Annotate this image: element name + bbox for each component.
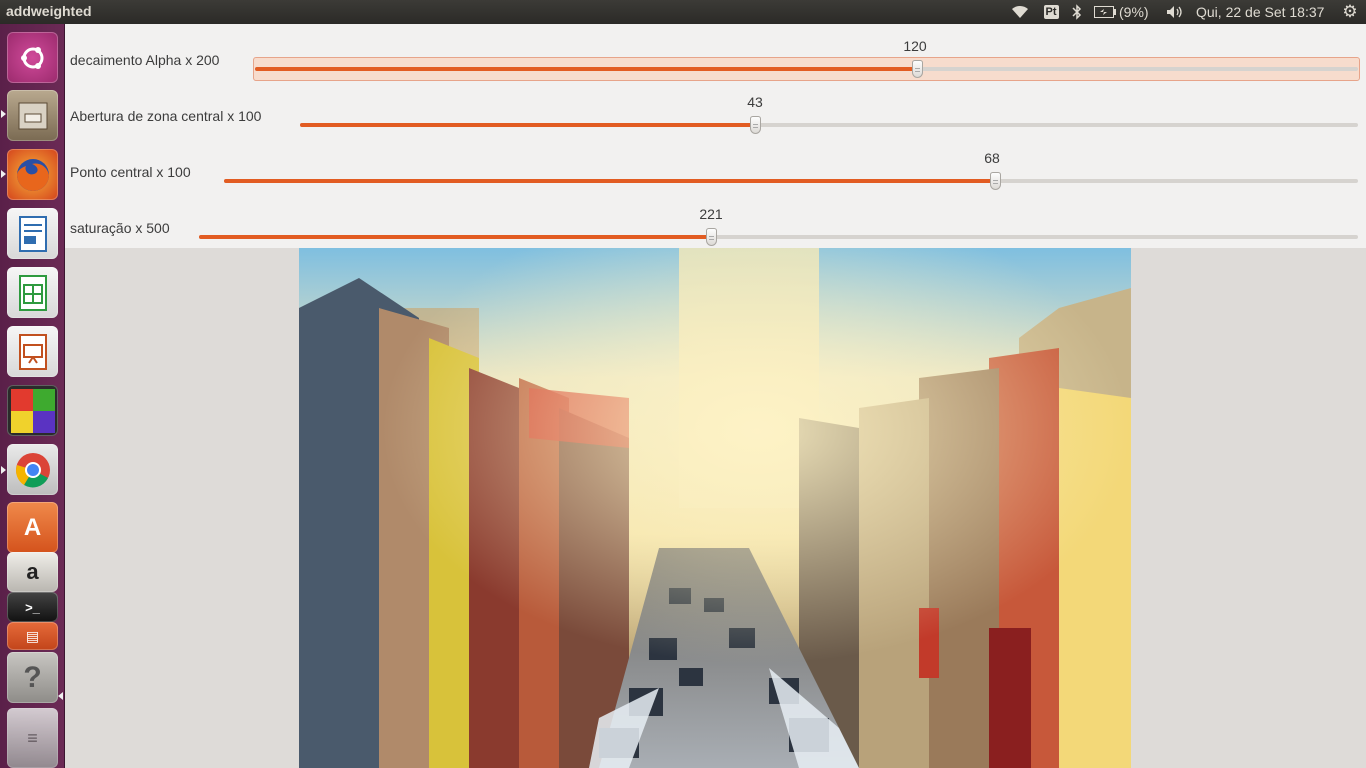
slider-label: Abertura de zona central x 100 bbox=[70, 108, 262, 124]
launcher-calc[interactable] bbox=[7, 267, 58, 318]
launcher-workspaces[interactable] bbox=[7, 385, 58, 436]
top-panel: addweighted Pt (9%) Qui, 22 de Set 18:37… bbox=[0, 0, 1366, 24]
slider-label: decaimento Alpha x 200 bbox=[70, 52, 220, 68]
slider-fill bbox=[224, 179, 996, 183]
launcher-terminal[interactable]: >_ bbox=[7, 592, 58, 622]
slider-label: saturação x 500 bbox=[70, 220, 170, 236]
clock[interactable]: Qui, 22 de Set 18:37 bbox=[1196, 0, 1332, 24]
terminal-icon: >_ bbox=[25, 599, 40, 615]
trash-icon: ≡ bbox=[27, 727, 38, 748]
launcher-help[interactable]: ? bbox=[7, 652, 58, 703]
slider-handle[interactable] bbox=[706, 228, 718, 246]
slider-track[interactable] bbox=[300, 116, 1358, 134]
launcher: A a >_ ▤ ? ≡ bbox=[0, 24, 65, 768]
shopping-bag-icon: A bbox=[23, 513, 42, 541]
volume-icon[interactable] bbox=[1163, 0, 1187, 24]
amazon-icon: a bbox=[26, 559, 39, 584]
launcher-stacked-apps[interactable]: ▤ bbox=[7, 622, 58, 650]
gear-icon[interactable]: ⚙ bbox=[1338, 0, 1362, 24]
slider-track[interactable] bbox=[255, 60, 1358, 78]
wifi-icon[interactable] bbox=[1008, 0, 1032, 24]
output-image bbox=[299, 248, 1131, 768]
workspace-switcher-icon bbox=[10, 388, 55, 433]
slider-fill bbox=[300, 123, 755, 127]
launcher-amazon[interactable]: a bbox=[7, 552, 58, 592]
slider-value: 68 bbox=[984, 150, 1000, 166]
app-title: addweighted bbox=[6, 3, 92, 19]
battery-icon bbox=[1094, 6, 1116, 18]
keyboard-layout-indicator[interactable]: Pt bbox=[1041, 0, 1061, 24]
slider-fill bbox=[255, 67, 917, 71]
keyboard-layout-label: Pt bbox=[1043, 5, 1059, 19]
launcher-trash-stack[interactable]: ≡ bbox=[7, 708, 58, 768]
bluetooth-icon[interactable] bbox=[1068, 0, 1086, 24]
trackbar-panel: decaimento Alpha x 200 120 Abertura de z… bbox=[65, 24, 1366, 248]
slider-handle[interactable] bbox=[911, 60, 923, 78]
city-street-photo bbox=[299, 248, 1131, 768]
launcher-impress[interactable] bbox=[7, 326, 58, 377]
file-cabinet-icon bbox=[18, 102, 47, 129]
stacked-apps-icon: ▤ bbox=[25, 627, 40, 644]
launcher-chrome[interactable] bbox=[7, 444, 58, 495]
launcher-software-center[interactable]: A bbox=[7, 502, 58, 553]
impress-presentation-icon bbox=[18, 333, 47, 370]
chrome-icon bbox=[15, 452, 50, 487]
slider-row-center-point: Ponto central x 100 68 bbox=[65, 144, 1366, 200]
slider-value: 43 bbox=[747, 94, 763, 110]
slider-label: Ponto central x 100 bbox=[70, 164, 191, 180]
battery-indicator[interactable]: (9%) bbox=[1094, 0, 1154, 24]
calc-spreadsheet-icon bbox=[18, 274, 47, 311]
slider-track[interactable] bbox=[199, 228, 1358, 246]
slider-row-alpha: decaimento Alpha x 200 120 bbox=[65, 32, 1366, 88]
launcher-firefox[interactable] bbox=[7, 149, 58, 200]
launcher-writer[interactable] bbox=[7, 208, 58, 259]
help-icon: ? bbox=[23, 660, 42, 694]
slider-row-aperture: Abertura de zona central x 100 43 bbox=[65, 88, 1366, 144]
battery-percent: (9%) bbox=[1119, 4, 1149, 20]
slider-track[interactable] bbox=[224, 172, 1358, 190]
slider-fill bbox=[199, 235, 712, 239]
slider-value: 120 bbox=[903, 38, 927, 54]
ubuntu-logo-icon bbox=[20, 46, 43, 69]
slider-handle[interactable] bbox=[749, 116, 761, 134]
launcher-dash-home[interactable] bbox=[7, 32, 58, 83]
launcher-files[interactable] bbox=[7, 90, 58, 141]
slider-handle[interactable] bbox=[990, 172, 1002, 190]
writer-document-icon bbox=[18, 215, 47, 252]
slider-value: 221 bbox=[699, 206, 723, 222]
firefox-icon bbox=[16, 158, 49, 191]
